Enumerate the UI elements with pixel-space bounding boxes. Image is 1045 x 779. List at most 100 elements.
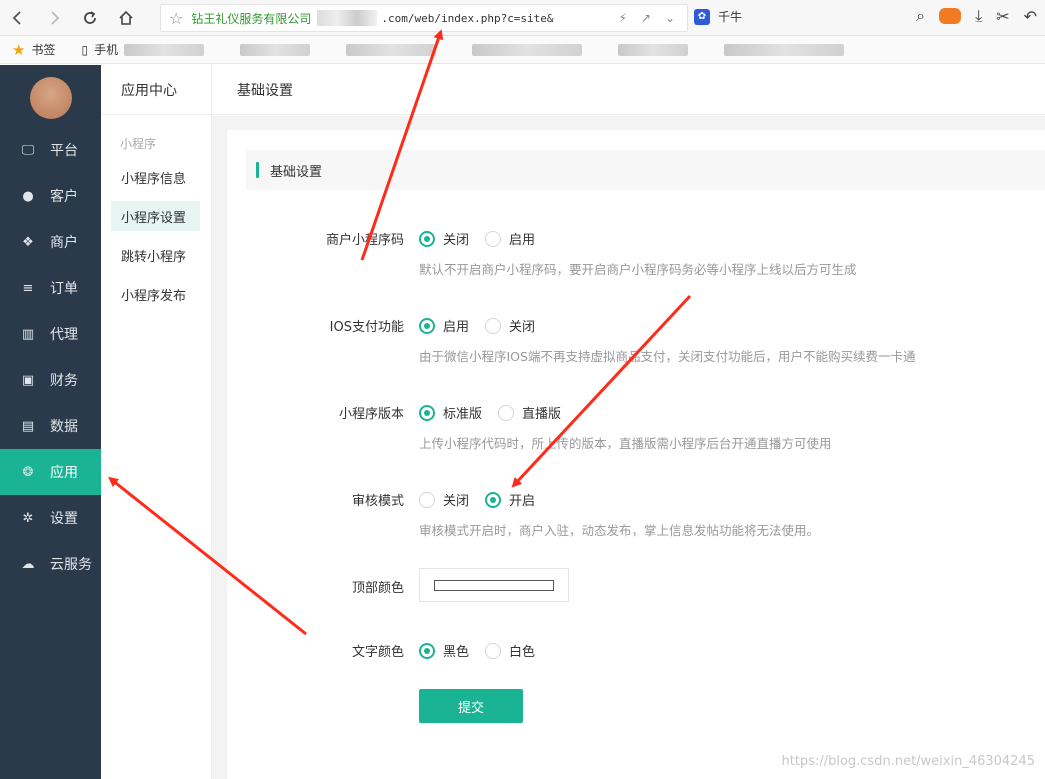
sidebar-item-label: 应用 <box>50 465 78 481</box>
sidebar-item-3[interactable]: ≡ 订单 <box>0 265 101 311</box>
subnav-item-3[interactable]: 小程序发布 <box>111 279 200 309</box>
radio-label: 直播版 <box>522 407 562 422</box>
radio-label: 关闭 <box>443 494 470 509</box>
star-icon: ★ <box>12 40 26 59</box>
radio-circle[interactable] <box>498 404 515 421</box>
radio-label: 启用 <box>509 233 536 248</box>
gamepad-icon[interactable] <box>939 8 962 24</box>
download-icon[interactable]: ⤓ <box>975 6 982 26</box>
bookmarks-label[interactable]: 书签 <box>31 41 55 58</box>
radio-circle[interactable] <box>485 230 502 247</box>
top-color-picker[interactable] <box>419 568 569 602</box>
text-color-radio-group: 黑色 白色 <box>419 641 551 660</box>
radio-circle[interactable] <box>485 491 502 508</box>
ios-pay-radio-1[interactable]: 关闭 <box>485 316 535 335</box>
blurred-bookmark[interactable] <box>618 43 689 56</box>
scissors-icon[interactable]: ✂ <box>996 7 1009 26</box>
sidebar-item-label: 财务 <box>50 373 78 389</box>
merchant-code-radio-1[interactable]: 启用 <box>485 229 535 248</box>
search-icon[interactable]: ⌕ <box>916 6 925 26</box>
undo-icon[interactable]: ↶ <box>1024 7 1037 26</box>
search-engine[interactable]: ✿ 千牛 <box>694 8 742 25</box>
search-engine-label: 千牛 <box>718 10 743 24</box>
subnav-item-1[interactable]: 小程序设置 <box>111 201 200 231</box>
blurred-bookmark[interactable] <box>124 43 205 56</box>
text-color-radio-1[interactable]: 白色 <box>485 641 535 660</box>
sidebar-item-label: 代理 <box>50 327 78 343</box>
text-color-radio-0[interactable]: 黑色 <box>419 641 469 660</box>
address-bar[interactable]: ☆ 钻王礼仪服务有限公司 .com/web/index.php?c=site& … <box>160 4 688 32</box>
merchant-code-radio-group: 关闭 启用 <box>419 229 551 248</box>
list-icon: ≡ <box>22 280 34 296</box>
sidebar-item-1[interactable]: ● 客户 <box>0 173 101 219</box>
sidebar-item-6[interactable]: ▤ 数据 <box>0 403 101 449</box>
merchant-code-help: 默认不开启商户小程序码，要开启商户小程序码务必等小程序上线以后方可生成 <box>419 262 857 277</box>
url-text: .com/web/index.php?c=site& <box>381 11 554 25</box>
refresh-icon[interactable] <box>72 0 108 36</box>
radio-circle[interactable] <box>419 230 435 247</box>
monitor-icon: 🖵 <box>21 142 35 158</box>
bookmark-phone[interactable]: 手机 <box>94 41 118 58</box>
review-mode-radio-0[interactable]: 关闭 <box>419 490 469 509</box>
blurred-domain <box>317 10 378 26</box>
sidebar-item-8[interactable]: ✲ 设置 <box>0 495 101 541</box>
forward-icon[interactable] <box>36 0 72 36</box>
chevron-down-icon[interactable]: ⌄ <box>665 11 675 25</box>
share-icon[interactable]: ↗ <box>641 11 651 25</box>
users-icon: ❖ <box>22 234 34 250</box>
bookmark-star-icon[interactable]: ☆ <box>169 9 183 28</box>
sidebar-item-9[interactable]: ☁ 云服务 <box>0 541 101 587</box>
radio-circle[interactable] <box>485 317 502 334</box>
version-radio-group: 标准版 直播版 <box>419 403 577 422</box>
blurred-bookmark[interactable] <box>240 43 311 56</box>
map-icon: ▥ <box>21 326 35 342</box>
ios-pay-radio-0[interactable]: 启用 <box>419 316 469 335</box>
blurred-bookmark[interactable] <box>472 43 583 56</box>
radio-label: 关闭 <box>509 320 536 335</box>
money-icon: ▣ <box>21 372 35 388</box>
radio-circle[interactable] <box>419 404 435 421</box>
ios-pay-label: IOS支付功能 <box>329 320 404 335</box>
blurred-bookmark[interactable] <box>724 43 845 56</box>
home-icon[interactable] <box>108 0 144 36</box>
sidebar-item-7[interactable]: ❂ 应用 <box>0 449 101 495</box>
subnav-header[interactable]: 应用中心 <box>101 65 211 115</box>
blurred-bookmark[interactable] <box>346 43 437 56</box>
back-icon[interactable] <box>0 0 36 36</box>
radio-label: 黑色 <box>443 645 470 660</box>
subnav-item-2[interactable]: 跳转小程序 <box>111 240 200 270</box>
subnav-item-0[interactable]: 小程序信息 <box>111 162 200 192</box>
radio-circle[interactable] <box>419 317 435 334</box>
ios-pay-help: 由于微信小程序IOS端不再支持虚拟商品支付，关闭支付功能后，用户不能购买续费一卡… <box>419 349 916 364</box>
review-mode-radio-1[interactable]: 开启 <box>485 490 535 509</box>
sidebar-item-0[interactable]: 🖵 平台 <box>0 127 101 173</box>
sidebar-item-label: 云服务 <box>50 557 92 573</box>
version-help: 上传小程序代码时，所上传的版本，直播版需小程序后台开通直播方可使用 <box>419 436 832 451</box>
main-sidebar: 🖵 平台 ● 客户 ❖ 商户 ≡ 订单 ▥ 代理 ▣ 财务 ▤ 数据 ❂ 应用 ✲ 设置 ☁ 云服务 <box>0 65 101 779</box>
browser-toolbar: ☆ 钻王礼仪服务有限公司 .com/web/index.php?c=site& … <box>0 0 1045 36</box>
radio-label: 开启 <box>509 494 536 509</box>
submit-button[interactable]: 提交 <box>419 689 523 723</box>
page-title: 基础设置 <box>212 65 1045 115</box>
radio-circle[interactable] <box>485 642 502 659</box>
color-swatch[interactable] <box>434 580 554 591</box>
subnav-section-title: 小程序 <box>120 137 157 151</box>
cubes-icon: ❂ <box>22 464 34 480</box>
sidebar-item-5[interactable]: ▣ 财务 <box>0 357 101 403</box>
lightning-icon[interactable]: ⚡ <box>618 11 626 25</box>
review-mode-label: 审核模式 <box>351 494 404 509</box>
sidebar-item-2[interactable]: ❖ 商户 <box>0 219 101 265</box>
radio-label: 白色 <box>509 645 536 660</box>
radio-circle[interactable] <box>419 491 435 508</box>
sidebar-item-label: 订单 <box>50 281 78 297</box>
version-radio-0[interactable]: 标准版 <box>419 403 482 422</box>
radio-circle[interactable] <box>419 642 435 659</box>
sidebar-item-label: 数据 <box>50 419 78 435</box>
paw-icon: ✿ <box>694 8 710 25</box>
avatar[interactable] <box>29 77 72 119</box>
merchant-code-radio-0[interactable]: 关闭 <box>419 229 469 248</box>
radio-label: 关闭 <box>443 233 470 248</box>
watermark: https://blog.csdn.net/weixin_46304245 <box>781 754 1035 769</box>
version-radio-1[interactable]: 直播版 <box>498 403 561 422</box>
sidebar-item-4[interactable]: ▥ 代理 <box>0 311 101 357</box>
